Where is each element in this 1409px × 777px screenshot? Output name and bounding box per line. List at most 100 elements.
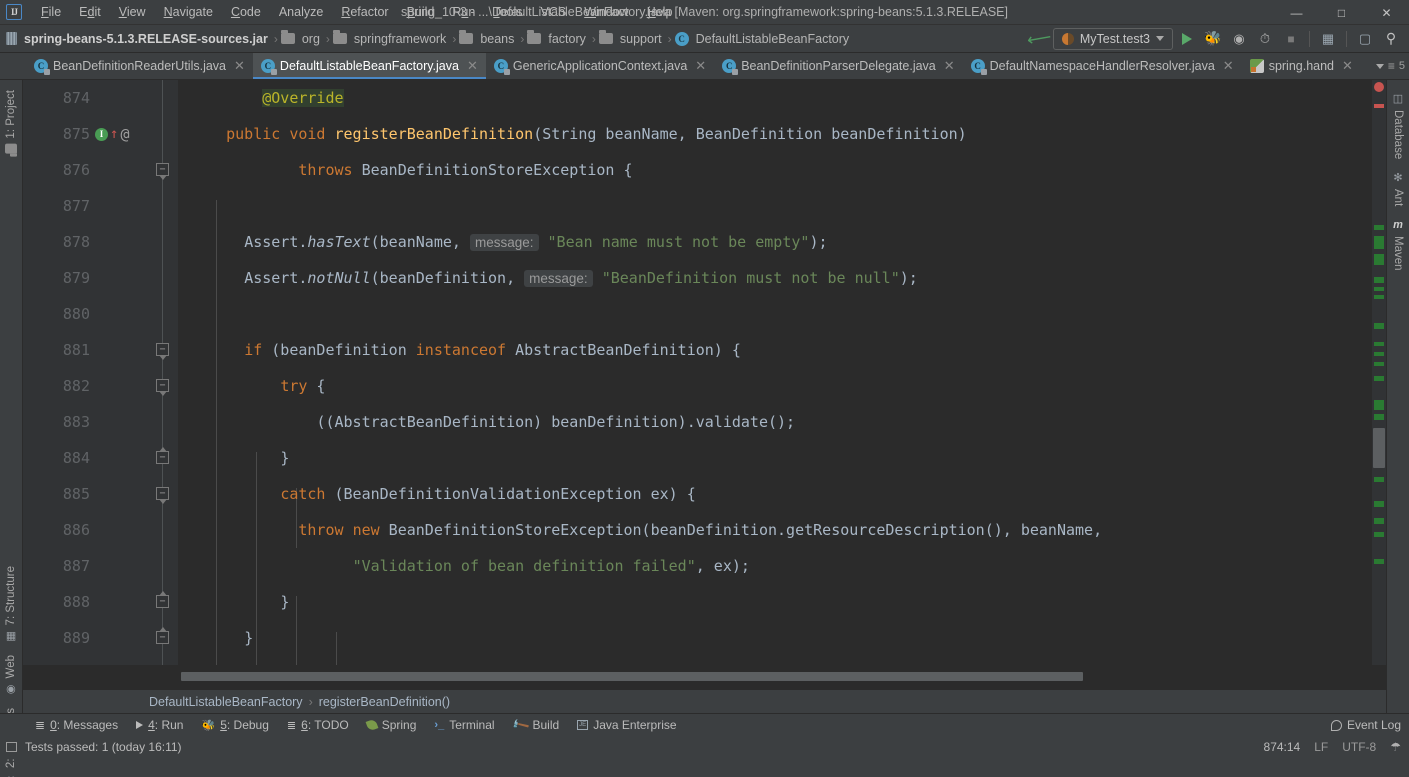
- gutter-line-row[interactable]: 889: [23, 620, 178, 656]
- sidebar-item-structure[interactable]: ▦ 7: Structure: [2, 560, 20, 649]
- tab-bean-definition-parser-delegate[interactable]: C BeanDefinitionParserDelegate.java ✕: [714, 53, 962, 79]
- sidebar-item-maven[interactable]: m Maven: [1389, 213, 1407, 277]
- gutter-line-row[interactable]: 874: [23, 80, 178, 116]
- run-button[interactable]: [1175, 28, 1199, 50]
- gutter-line-row[interactable]: 875 I ↑ @: [23, 116, 178, 152]
- gutter-line-row[interactable]: 878: [23, 224, 178, 260]
- gutter-line-row[interactable]: 887: [23, 548, 178, 584]
- gutter-line-row[interactable]: 876: [23, 152, 178, 188]
- editor-gutter[interactable]: 874 875 I ↑ @ −876 877 878 879 880−881−882 883−884…: [23, 80, 178, 665]
- window-controls: — □ ✕: [1274, 0, 1409, 25]
- maven-icon: m: [1393, 218, 1403, 231]
- tab-spring-hand[interactable]: spring.hand ✕: [1242, 53, 1361, 79]
- gutter-line-row[interactable]: 886: [23, 512, 178, 548]
- breadcrumb-jar[interactable]: spring-beans-5.1.3.RELEASE-sources.jar: [6, 30, 271, 48]
- menu-item-refactor[interactable]: Refactor: [332, 2, 397, 22]
- tool-window-debug[interactable]: 🐝 5: Debug: [192, 716, 277, 734]
- gutter-line-row[interactable]: 877: [23, 188, 178, 224]
- menu-item-navigate[interactable]: Navigate: [155, 2, 222, 22]
- menu-item-file[interactable]: FFileile: [32, 2, 70, 22]
- breadcrumb-org[interactable]: org: [280, 30, 323, 48]
- tab-generic-application-context[interactable]: C GenericApplicationContext.java ✕: [486, 53, 714, 79]
- code-content[interactable]: @Override public void registerBeanDefini…: [178, 80, 1372, 665]
- breadcrumb-class-name[interactable]: DefaultListableBeanFactory: [149, 695, 303, 709]
- gutter-line-row[interactable]: 882: [23, 368, 178, 404]
- close-icon[interactable]: ✕: [1223, 58, 1234, 74]
- caret-position[interactable]: 874:14: [1264, 740, 1301, 754]
- tab-default-namespace-handler-resolver[interactable]: C DefaultNamespaceHandlerResolver.java ✕: [963, 53, 1242, 79]
- tool-window-terminal[interactable]: ›_ Terminal: [425, 716, 503, 734]
- stripe-thumb[interactable]: [1373, 428, 1385, 468]
- menu-item-build[interactable]: Build: [398, 2, 444, 22]
- close-button[interactable]: ✕: [1364, 0, 1409, 25]
- gutter-line-row[interactable]: 879: [23, 260, 178, 296]
- make-project-icon[interactable]: ⟵: [1025, 27, 1052, 50]
- close-icon[interactable]: ✕: [467, 58, 478, 74]
- menu-item-analyze[interactable]: Analyze: [270, 2, 332, 22]
- tool-window-messages[interactable]: ≣ 0: Messages: [26, 716, 127, 734]
- maximize-button[interactable]: □: [1319, 0, 1364, 25]
- gutter-line-row[interactable]: 884: [23, 440, 178, 476]
- menu-item-code[interactable]: Code: [222, 2, 270, 22]
- search-everywhere-icon[interactable]: ⚲: [1379, 28, 1403, 50]
- breadcrumb-support[interactable]: support: [598, 30, 665, 48]
- breadcrumb-method-name[interactable]: registerBeanDefinition(): [319, 695, 450, 709]
- tab-default-listable-bean-factory[interactable]: C DefaultListableBeanFactory.java ✕: [252, 53, 486, 79]
- implementing-method-arrow-icon[interactable]: ↑: [110, 127, 118, 141]
- profile-button[interactable]: ⏱: [1253, 28, 1277, 50]
- select-target-button[interactable]: ▢: [1353, 28, 1377, 50]
- tool-window-build[interactable]: 🔨 Build: [504, 715, 569, 735]
- error-indicator-icon[interactable]: [1374, 82, 1384, 92]
- breadcrumb-class[interactable]: C DefaultListableBeanFactory: [674, 30, 853, 48]
- tool-window-java-enterprise[interactable]: JE Java Enterprise: [568, 716, 685, 734]
- gutter-line-row[interactable]: 880: [23, 296, 178, 332]
- gutter-icon-group[interactable]: I ↑ @: [95, 125, 129, 143]
- error-stripe[interactable]: [1372, 80, 1386, 665]
- sidebar-item-ant[interactable]: ✻ Ant: [1389, 165, 1407, 212]
- menu-item-run[interactable]: Run: [443, 2, 484, 22]
- code-line: throw new BeanDefinitionStoreException(b…: [190, 512, 1372, 548]
- menu-item-vcs[interactable]: VCS: [532, 2, 576, 22]
- project-structure-button[interactable]: ▦: [1316, 28, 1340, 50]
- sidebar-item-web[interactable]: ◉ Web: [2, 649, 20, 702]
- run-with-coverage-button[interactable]: ◉: [1227, 28, 1251, 50]
- tool-window-todo[interactable]: ≣ 6: TODO: [278, 716, 358, 734]
- sidebar-item-project[interactable]: 1: Project: [2, 84, 20, 160]
- debug-button[interactable]: 🐝: [1201, 28, 1225, 50]
- breadcrumb-beans[interactable]: beans: [459, 30, 517, 48]
- run-configuration-selector[interactable]: MyTest.test3: [1052, 27, 1173, 50]
- close-icon[interactable]: ✕: [944, 58, 955, 74]
- annotation-gutter-icon[interactable]: @: [120, 125, 129, 143]
- tab-bean-definition-reader-utils[interactable]: C BeanDefinitionReaderUtils.java ✕: [26, 53, 253, 79]
- sidebar-item-database[interactable]: ◫ Database: [1389, 86, 1407, 165]
- minimize-button[interactable]: —: [1274, 0, 1319, 25]
- gutter-line-row[interactable]: 885: [23, 476, 178, 512]
- file-encoding[interactable]: UTF-8: [1342, 740, 1376, 754]
- menu-item-help[interactable]: Help: [638, 2, 682, 22]
- tab-label: GenericApplicationContext.java: [512, 59, 688, 73]
- close-icon[interactable]: ✕: [234, 58, 245, 74]
- close-icon[interactable]: ✕: [695, 58, 706, 74]
- gutter-line-row[interactable]: 883: [23, 404, 178, 440]
- line-separator[interactable]: LF: [1314, 740, 1328, 754]
- override-marker-icon[interactable]: I: [95, 127, 108, 141]
- menu-item-tools[interactable]: Tools: [484, 2, 531, 22]
- code-token: {: [307, 377, 326, 395]
- tool-window-run[interactable]: 4: Run: [127, 716, 192, 734]
- menu-item-view[interactable]: View: [110, 2, 155, 22]
- horizontal-scrollbar[interactable]: [181, 672, 1083, 681]
- breadcrumb-factory[interactable]: factory: [527, 30, 589, 48]
- gutter-line-row[interactable]: 890: [23, 656, 178, 665]
- tabs-overflow[interactable]: ≡ 5: [1375, 53, 1409, 79]
- menu-item-edit[interactable]: Edit: [70, 2, 110, 22]
- close-icon[interactable]: ✕: [1342, 58, 1353, 74]
- hector-icon[interactable]: ☂: [1390, 740, 1401, 754]
- breadcrumb-springframework[interactable]: springframework: [332, 30, 449, 48]
- gutter-line-row[interactable]: 881: [23, 332, 178, 368]
- stop-button[interactable]: ■: [1279, 28, 1303, 50]
- menu-item-window[interactable]: Window: [575, 2, 637, 22]
- gutter-line-row[interactable]: 888: [23, 584, 178, 620]
- event-log-button[interactable]: Event Log: [1330, 718, 1409, 732]
- class-icon: C: [674, 31, 689, 46]
- tool-window-spring[interactable]: Spring: [358, 716, 426, 734]
